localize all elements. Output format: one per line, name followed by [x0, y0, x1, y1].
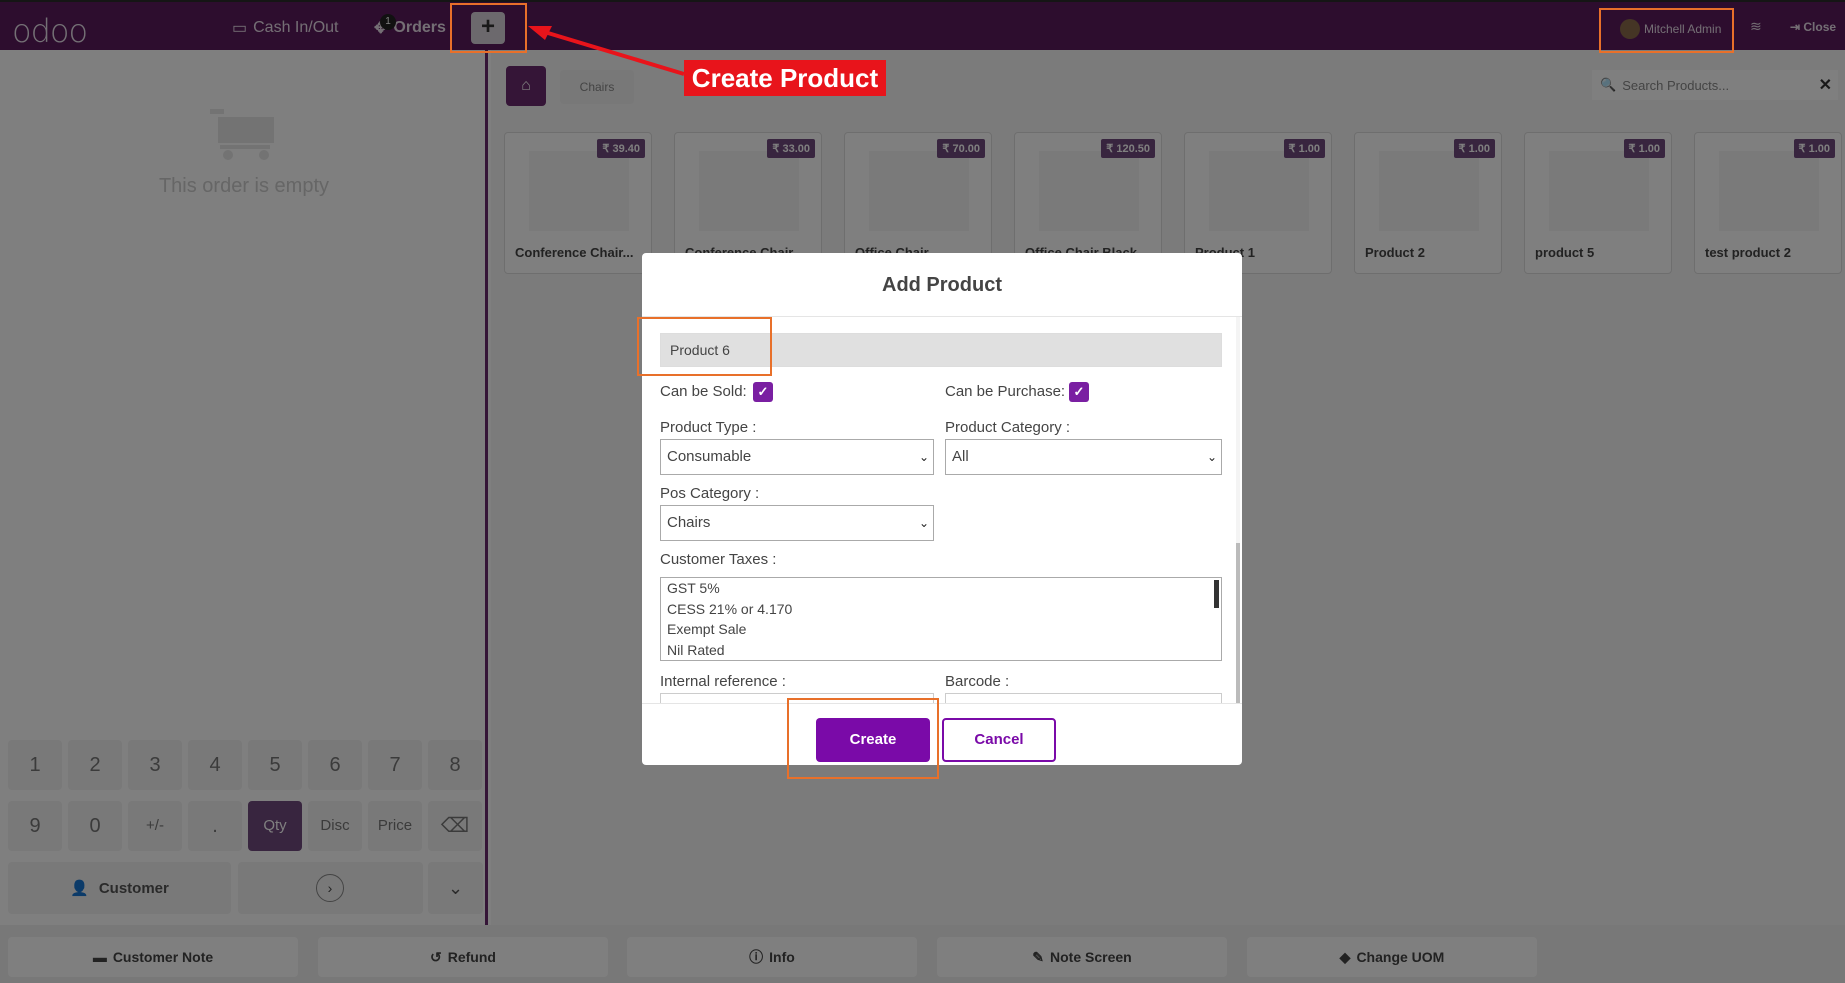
create-product-callout: Create Product: [684, 60, 886, 96]
callout-arrow: [528, 26, 685, 76]
